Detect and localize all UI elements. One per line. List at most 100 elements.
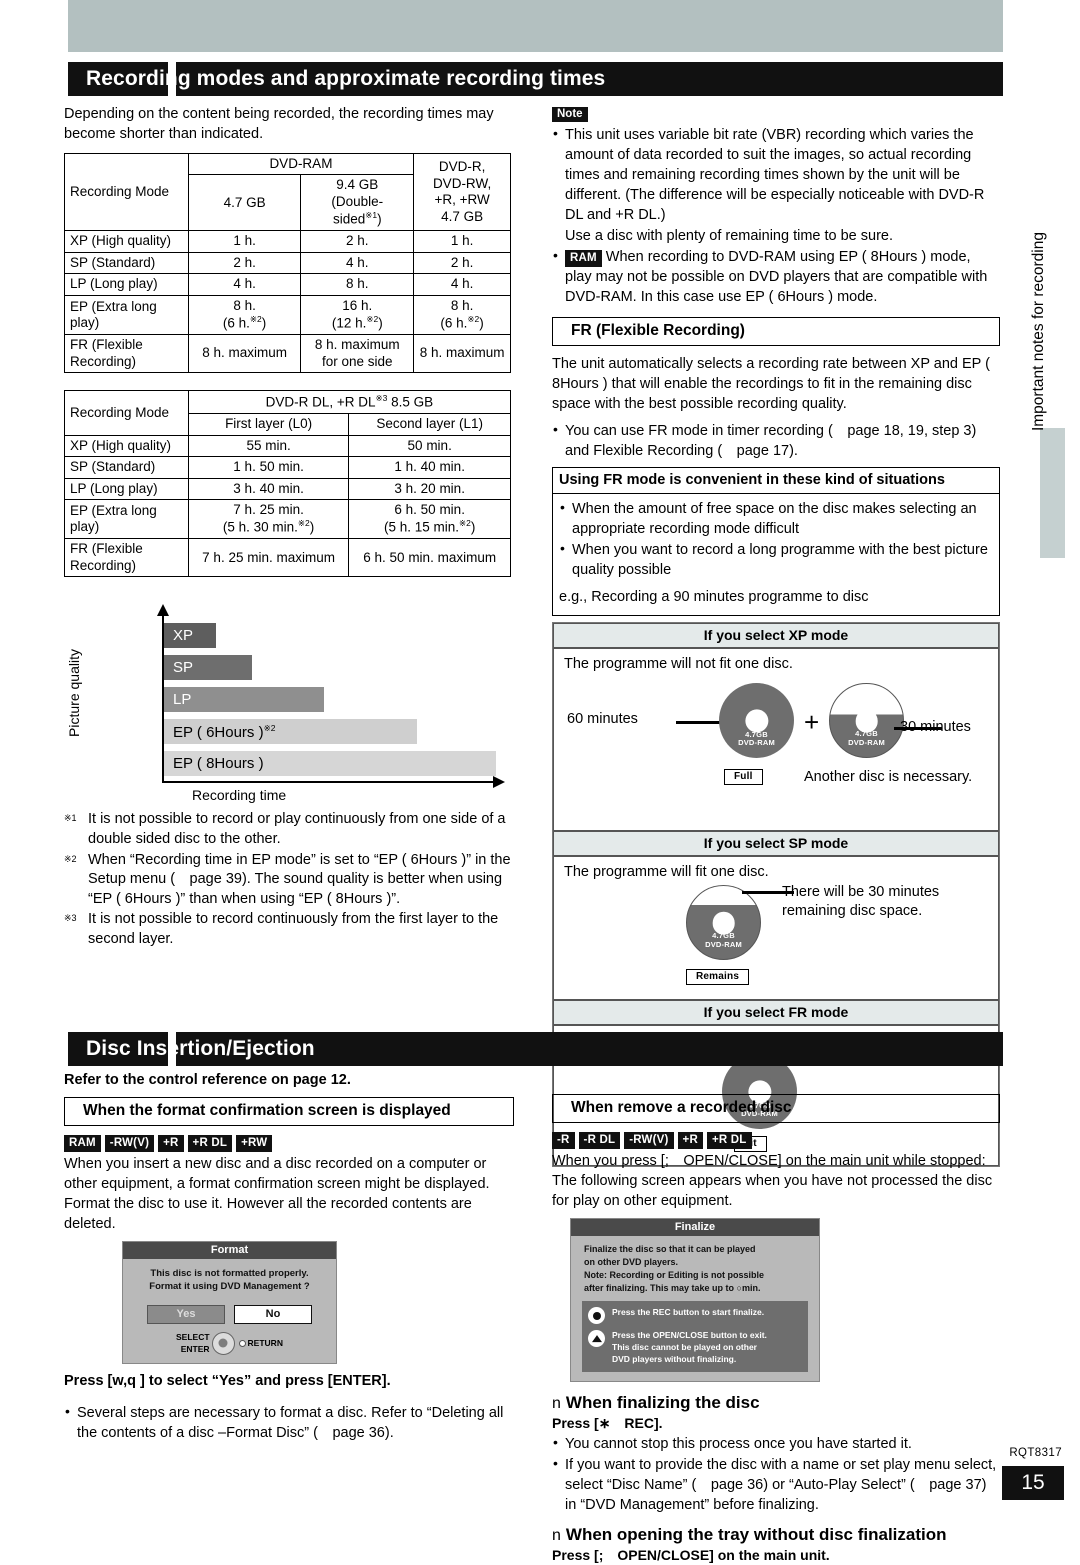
cell-value-main: 8 h. <box>450 297 474 313</box>
chart-bar-label: XP <box>173 627 194 645</box>
th-dvd-ram-group: DVD-RAM <box>187 152 415 176</box>
cell-mode: XP (High quality) <box>64 434 189 458</box>
chart-bar-lp: LP <box>164 687 324 713</box>
cell-value-main: 6 h. 50 min. <box>394 502 465 517</box>
chart-bar-superscript: ※2 <box>263 722 276 733</box>
description-line4: after finalizing. This may take up to ○m… <box>584 1282 761 1293</box>
cell-value-sub: for one side <box>322 353 393 369</box>
cell-mode: SP (Standard) <box>64 456 189 479</box>
cell-value: 4 h. <box>187 273 302 296</box>
chip-plus-r-dl: +R DL <box>187 1135 233 1153</box>
cell-value: 6 h. 50 min. (5 h. 15 min.※2) <box>348 498 511 540</box>
fr-situations-heading: Using FR mode is convenient in these kin… <box>553 468 999 495</box>
top-decorative-band <box>68 0 1003 52</box>
format-dialog-message: This disc is not formatted properly. For… <box>131 1268 328 1294</box>
format-section-heading: When the format confirmation screen is d… <box>64 1097 514 1126</box>
table-row: FR (Flexible Recording) 7 h. 25 min. max… <box>64 538 511 578</box>
cell-mode-line2: play) <box>70 315 100 330</box>
label-30-minutes: 30 minutes <box>900 719 971 736</box>
th-line3: +R, +RW <box>434 192 490 208</box>
picture-quality-chart: Picture quality XP SP LP EP ( 6Hours )※2… <box>64 593 514 808</box>
cell-mode-line1: EP (Extra long <box>70 502 157 518</box>
cell-value-subclose: ) <box>479 315 484 331</box>
th-second-layer: Second layer (L1) <box>348 413 511 436</box>
disc-type: DVD-RAM <box>848 737 885 747</box>
fr-situations-box: Using FR mode is convenient in these kin… <box>552 467 1000 617</box>
chart-bar-label: SP <box>173 659 194 677</box>
cell-mode: FR (Flexible Recording) <box>64 538 189 578</box>
panel-footer-xp: Another disc is necessary. <box>804 769 973 786</box>
panel-title-xp: If you select XP mode <box>553 623 999 650</box>
panel-title-fr: If you select FR mode <box>553 1000 999 1027</box>
yes-button[interactable]: Yes <box>147 1305 225 1324</box>
footnote-mark: ※2 <box>64 853 77 864</box>
chart-bar-label-text: EP ( 6Hours ) <box>173 723 264 741</box>
finalize-description: Finalize the disc so that it can be play… <box>582 1243 808 1294</box>
tag-remains: Remains <box>686 969 750 986</box>
disc-type: DVD-RAM <box>705 939 742 949</box>
th-line3: sided <box>332 211 366 227</box>
cell-mode-line1: FR (Flexible <box>70 337 143 353</box>
cell-mode: LP (Long play) <box>64 273 189 296</box>
chart-x-axis <box>162 776 505 789</box>
chip-ram: RAM <box>64 1135 101 1153</box>
th-47gb: 4.7 GB <box>187 174 302 232</box>
dpad-center <box>218 1338 228 1348</box>
left-column-top: Depending on the content being recorded,… <box>64 104 514 950</box>
th-group-b: 8.5 GB <box>387 394 434 410</box>
tag-full: Full <box>724 769 763 786</box>
cell-value-main: 8 h. maximum <box>314 337 400 353</box>
chip-plus-rw: +RW <box>236 1135 273 1153</box>
fr-situations-body: When the amount of free space on the dis… <box>553 494 999 615</box>
chart-bar-xp: XP <box>164 623 216 649</box>
finalizing-bullets: You cannot stop this process once you ha… <box>552 1433 1000 1515</box>
left-column-bottom: Refer to the control reference on page 1… <box>64 1072 514 1444</box>
chart-y-axis-label: Picture quality <box>66 649 82 738</box>
cell-value: 8 h. maximum <box>187 334 302 374</box>
table-dvd-r-dl-times: Recording Mode DVD-R DL, +R DL※3 8.5 GB … <box>64 390 512 578</box>
description-line1: Finalize the disc so that it can be play… <box>584 1244 756 1255</box>
panel-caption-sp: The programme will fit one disc. <box>564 864 769 881</box>
nav-enter-label: ENTER <box>180 1344 210 1355</box>
cell-value-sub: (5 h. 15 min. <box>383 519 460 535</box>
table-row: FR (Flexible Recording) 8 h. maximum 8 h… <box>64 334 511 374</box>
cell-value-main: 8 h. <box>233 297 256 313</box>
panel-title-sp: If you select SP mode <box>553 831 999 858</box>
chart-bar-label: EP ( 6Hours )※2 <box>164 723 275 741</box>
format-dialog-title: Format <box>123 1242 336 1260</box>
cell-superscript: ※2 <box>297 518 310 529</box>
finalize-dialog: Finalize Finalize the disc so that it ca… <box>570 1218 820 1382</box>
chart-bar-label: LP <box>173 691 192 709</box>
footnote-text: It is not possible to record or play con… <box>88 811 506 847</box>
footnote-mark: ※3 <box>64 913 77 924</box>
note-badge: Note <box>552 107 588 122</box>
disc-label: 4.7GB DVD-RAM <box>687 931 760 949</box>
cell-value: 6 h. 50 min. maximum <box>348 538 511 578</box>
th-line1: 9.4 GB <box>336 177 379 193</box>
cell-value-main: 7 h. 25 min. <box>233 502 304 517</box>
cell-mode-line2: Recording) <box>70 353 137 369</box>
th-line2: (Double- <box>331 193 384 209</box>
cell-superscript: ※2 <box>249 314 262 325</box>
table-row: EP (Extra long play) 8 h. (6 h.※2) 16 h.… <box>64 294 511 336</box>
message-line2: Format it using DVD Management ? <box>149 1281 310 1293</box>
finalize-action-rec: Press the REC button to start finalize. <box>588 1307 802 1325</box>
cell-value-sub: (12 h. <box>331 315 367 331</box>
chart-bar-sp: SP <box>164 655 252 681</box>
footnote-item: ※2 When “Recording time in EP mode” is s… <box>64 851 514 910</box>
cell-value: 4 h. <box>300 251 415 275</box>
cell-superscript: ※2 <box>459 518 471 529</box>
no-button[interactable]: No <box>234 1305 312 1324</box>
n-glyph-icon: n <box>552 1394 561 1412</box>
th-superscript: ※1 <box>365 210 378 221</box>
rec-button-icon <box>588 1307 605 1325</box>
section-header-recording-modes: Recording modes and approximate recordin… <box>68 62 1003 96</box>
note-item: This unit uses variable bit rate (VBR) r… <box>552 124 1000 225</box>
cell-value: 2 h. <box>187 251 302 275</box>
disc-type: DVD-RAM <box>738 738 775 748</box>
return-button-icon <box>238 1339 246 1347</box>
label-60-minutes: 60 minutes <box>567 711 638 728</box>
footnote-item: ※3 It is not possible to record continuo… <box>64 910 514 949</box>
cell-mode: FR (Flexible Recording) <box>64 334 189 374</box>
right-column-top: Note This unit uses variable bit rate (V… <box>552 104 1000 1168</box>
